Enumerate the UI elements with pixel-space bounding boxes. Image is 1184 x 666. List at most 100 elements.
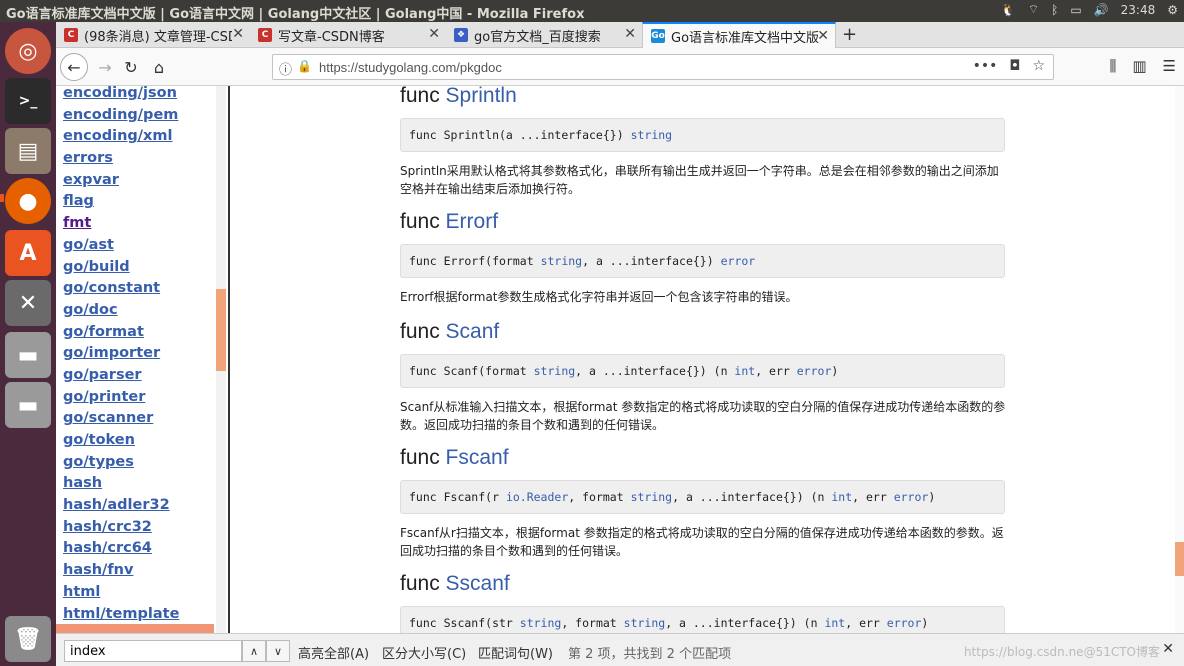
page-scrollbar[interactable]	[1175, 86, 1184, 633]
sidebar-package-link[interactable]: hash/adler32	[63, 495, 179, 517]
wifi-icon[interactable]: ⌔	[1028, 2, 1039, 17]
signature-text: , a ...interface{}) (n	[575, 364, 735, 378]
sidebar-package-link[interactable]: flag	[63, 191, 179, 213]
whole-words-option[interactable]: 匹配词句(W)	[478, 643, 553, 662]
battery-icon[interactable]: ▭	[1070, 3, 1081, 17]
func-keyword: func	[400, 86, 440, 107]
drive-icon[interactable]: ▬	[5, 332, 51, 378]
func-name-link[interactable]: Sscanf	[446, 572, 510, 595]
bookmark-star-icon[interactable]: ☆	[1032, 58, 1045, 74]
sidebar-package-link[interactable]: hash/crc64	[63, 538, 179, 560]
sidebar-package-link[interactable]: encoding/json	[63, 86, 179, 105]
sidebar-package-link[interactable]: go/ast	[63, 235, 179, 257]
func-signature: func Sscanf(str string, format string, a…	[400, 606, 1005, 633]
sidebar-package-link[interactable]: go/token	[63, 430, 179, 452]
page-content: encoding/json encoding/pem encoding/xml err…	[56, 86, 1184, 633]
library-icon[interactable]: ⫼	[1109, 57, 1116, 75]
func-section: func Sscanf func Sscanf(str string, forma…	[400, 572, 1010, 633]
trash-icon[interactable]: 🗑	[5, 616, 51, 662]
back-arrow-icon[interactable]: ←	[60, 53, 88, 81]
linux-penguin-icon[interactable]: 🐧	[1001, 3, 1016, 17]
sidebar-package-link[interactable]: hash	[63, 473, 179, 495]
page-scrollbar-thumb[interactable]	[1175, 542, 1184, 576]
func-heading: func Sprintln	[400, 86, 1010, 112]
sidebar-package-link[interactable]: errors	[63, 148, 179, 170]
sidebar-scrollbar-thumb[interactable]	[216, 289, 226, 371]
reload-icon[interactable]: ↻	[118, 54, 144, 80]
terminal-icon[interactable]: >_	[5, 78, 51, 124]
sidebar-package-link[interactable]: go/printer	[63, 387, 179, 409]
lock-icon[interactable]: 🔒	[297, 59, 312, 73]
func-name-link[interactable]: Errorf	[446, 210, 499, 233]
find-previous-chevron-up-icon[interactable]: ∧	[242, 640, 266, 662]
sidebar-package-link[interactable]: go/parser	[63, 365, 179, 387]
settings-gear-icon[interactable]: ⚙	[1167, 3, 1178, 17]
address-bar[interactable]: ⓘ 🔒 https://studygolang.com/pkgdoc ••• ◘…	[272, 54, 1054, 80]
sidebar-package-link[interactable]: go/constant	[63, 278, 179, 300]
tab-baidu-search[interactable]: ❖ go官方文档_百度搜索 ✕	[446, 22, 642, 48]
close-tab-icon[interactable]: ✕	[232, 26, 244, 42]
sidebar-package-link[interactable]: html	[63, 582, 179, 604]
files-icon[interactable]: ▤	[5, 128, 51, 174]
find-bar: ∧ ∨ 高亮全部(A) 区分大小写(C) 匹配词句(W) 第 2 项，共找到 2…	[56, 633, 1184, 666]
sidebar-package-link[interactable]: fmt	[63, 213, 179, 235]
func-name-link[interactable]: Scanf	[446, 320, 500, 343]
csdn-favicon-icon: C	[64, 28, 78, 42]
sidebar-package-link[interactable]: go/importer	[63, 343, 179, 365]
sidebar-package-link[interactable]: go/format	[63, 322, 179, 344]
sidebar-package-link[interactable]: go/types	[63, 452, 179, 474]
tab-csdn-write[interactable]: C 写文章-CSDN博客 ✕	[250, 22, 446, 48]
sidebar-package-link[interactable]: hash/fnv	[63, 560, 179, 582]
url-text[interactable]: https://studygolang.com/pkgdoc	[319, 60, 502, 75]
firefox-icon[interactable]: ●	[5, 178, 51, 224]
software-center-icon[interactable]: A	[5, 230, 51, 276]
sidebar-package-link[interactable]: go/doc	[63, 300, 179, 322]
func-description: Errorf根据format参数生成格式化字符串并返回一个包含该字符串的错误。	[400, 290, 798, 304]
sidebar-package-link[interactable]: encoding/xml	[63, 126, 179, 148]
drive-icon-2[interactable]: ▬	[5, 382, 51, 428]
tab-label: 写文章-CSDN博客	[278, 29, 385, 45]
home-icon[interactable]: ⌂	[146, 54, 172, 80]
close-tab-icon[interactable]: ✕	[428, 26, 440, 42]
find-input[interactable]	[64, 640, 242, 662]
window-title: Go语言标准库文档中文版 | Go语言中文网 | Golang中文社区 | Go…	[6, 7, 585, 22]
func-name-link[interactable]: Fscanf	[446, 446, 509, 469]
bluetooth-icon[interactable]: ᛒ	[1051, 3, 1058, 17]
sidebar-toggle-icon[interactable]: ▥	[1132, 57, 1146, 75]
sidebar-package-link[interactable]: html/template	[63, 604, 179, 626]
func-keyword: func	[400, 572, 440, 595]
ubuntu-logo-icon[interactable]: ◎	[5, 28, 51, 74]
system-settings-icon[interactable]: ✕	[5, 280, 51, 326]
pocket-icon[interactable]: ◘	[1009, 58, 1020, 74]
sidebar-package-link[interactable]: hash/crc32	[63, 517, 179, 539]
signature-text: , err	[845, 616, 887, 630]
divider	[228, 86, 230, 633]
sidebar-package-link[interactable]: encoding/pem	[63, 105, 179, 127]
menu-hamburger-icon[interactable]: ☰	[1163, 57, 1176, 75]
site-info-icon[interactable]: ⓘ	[279, 59, 292, 78]
unity-launcher: ◎ >_ ▤ ● A ✕ ▬ ▬ 🗑	[0, 22, 56, 666]
close-find-bar-icon[interactable]: ✕	[1162, 641, 1174, 657]
func-name-link[interactable]: Sprintln	[446, 86, 517, 107]
signature-text: func Errorf(format	[409, 254, 541, 268]
system-tray: 🐧 ⌔ ᛒ ▭ 🔊 23:48 ⚙	[1001, 2, 1178, 17]
volume-icon[interactable]: 🔊	[1094, 3, 1109, 17]
sidebar-package-link[interactable]: go/build	[63, 257, 179, 279]
watermark: https://blog.csdn.ne@51CTO博客	[963, 645, 1160, 659]
tab-go-docs[interactable]: Go Go语言标准库文档中文版 ✕	[642, 22, 836, 48]
close-tab-icon[interactable]: ✕	[624, 26, 636, 42]
new-tab-plus-icon[interactable]: +	[842, 24, 857, 45]
sidebar-package-link[interactable]: go/scanner	[63, 408, 179, 430]
forward-arrow-icon[interactable]: →	[92, 54, 118, 80]
tab-csdn-manage[interactable]: C (98条消息) 文章管理-CSD ✕	[56, 22, 250, 48]
highlight-all-option[interactable]: 高亮全部(A)	[298, 643, 369, 662]
find-next-chevron-down-icon[interactable]: ∨	[266, 640, 290, 662]
clock[interactable]: 23:48	[1121, 3, 1156, 17]
signature-type: string	[533, 364, 576, 378]
sidebar-package-link[interactable]: expvar	[63, 170, 179, 192]
match-case-option[interactable]: 区分大小写(C)	[382, 643, 466, 662]
page-actions-icon[interactable]: •••	[973, 58, 998, 74]
func-signature: func Sprintln(a ...interface{}) string	[400, 118, 1005, 152]
func-section: func Sprintln func Sprintln(a ...interfac…	[400, 86, 1010, 196]
close-tab-icon[interactable]: ✕	[817, 28, 829, 44]
